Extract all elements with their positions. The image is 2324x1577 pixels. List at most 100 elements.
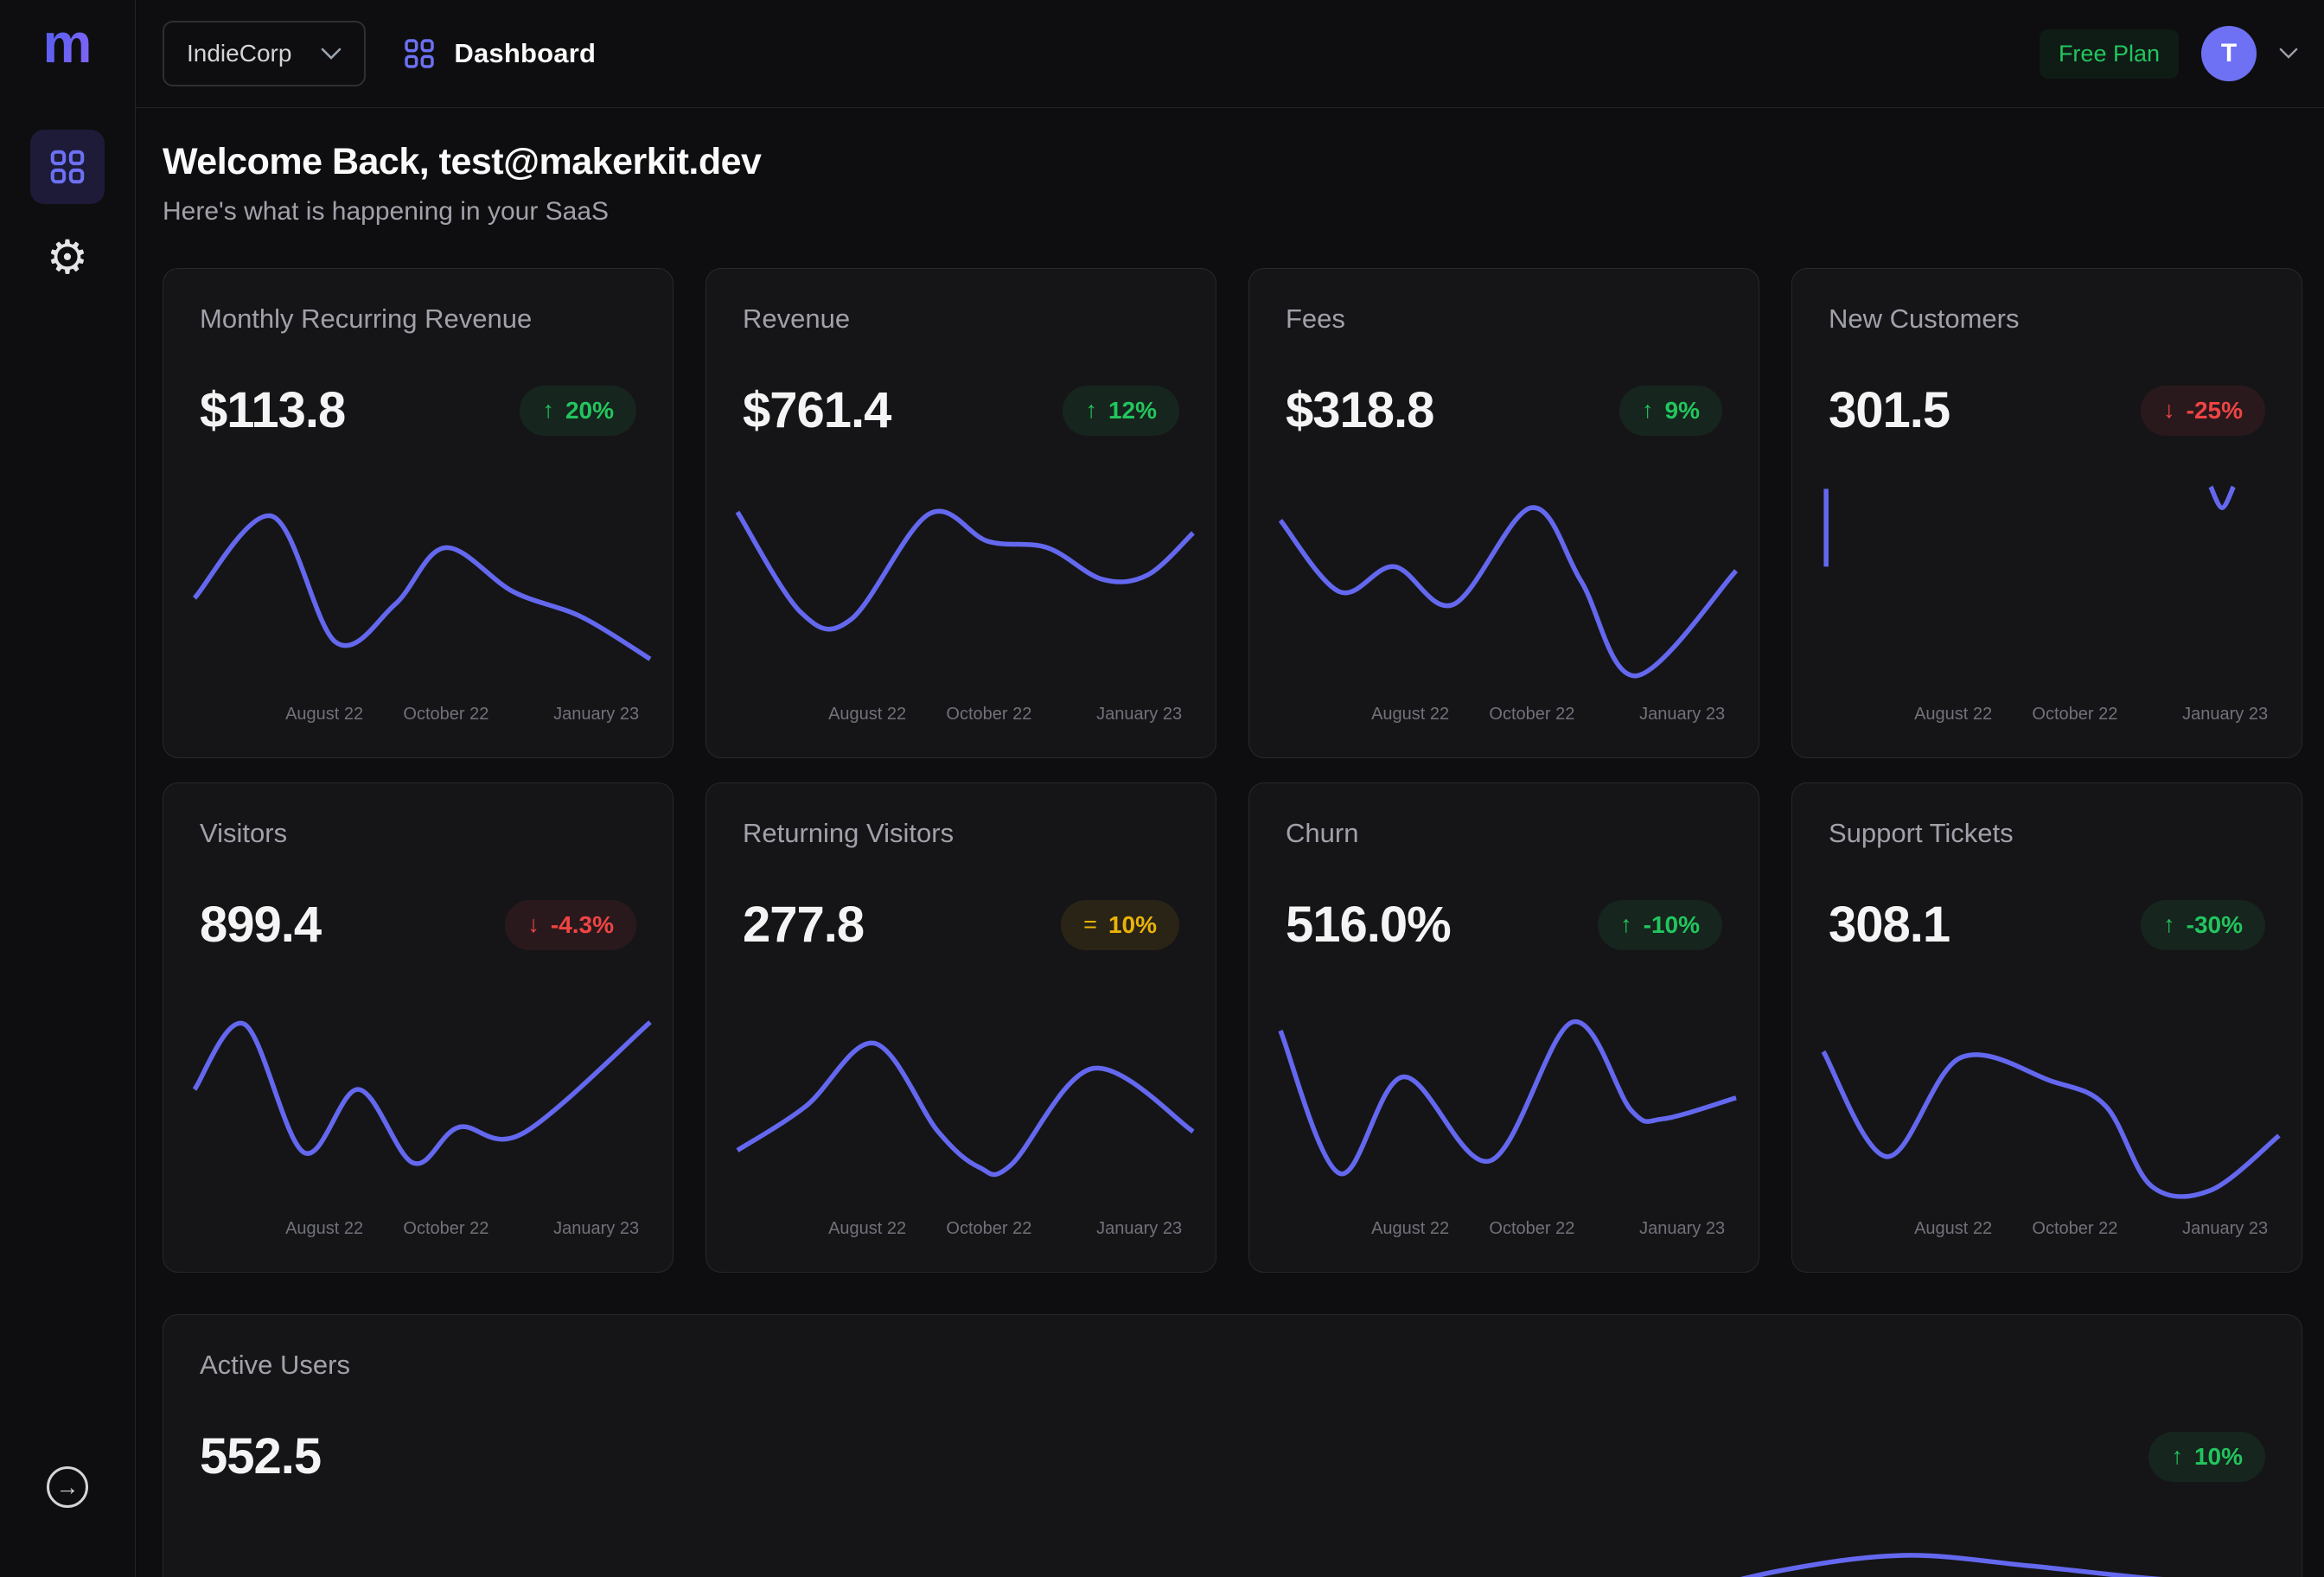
stat-card-title: Revenue: [743, 303, 1179, 335]
stat-card-title: Returning Visitors: [743, 818, 1179, 849]
trend-arrow-icon: ↑: [2171, 1443, 2183, 1470]
axis-label: August 22: [1914, 1219, 1992, 1239]
trend-value: -10%: [1644, 911, 1700, 939]
axis-label: August 22: [1371, 1219, 1449, 1239]
x-axis-labels: August 22 October 22 January 23: [1249, 1219, 1759, 1242]
stat-card-mrr: Monthly Recurring Revenue $113.8 ↑ 20% A…: [163, 268, 674, 758]
x-axis-labels: August 22 October 22 January 23: [163, 1219, 673, 1242]
topbar: IndieCorp Dashboard Free Plan T: [136, 0, 2324, 108]
trend-badge: ↑ 12%: [1063, 386, 1179, 436]
stat-card-title: Monthly Recurring Revenue: [200, 303, 636, 335]
axis-label: August 22: [1914, 705, 1992, 725]
stat-card-fees: Fees $318.8 ↑ 9% August 22 October 22 Ja…: [1248, 268, 1759, 758]
welcome-subtitle: Here's what is happening in your SaaS: [163, 197, 2302, 227]
stat-value: 516.0%: [1286, 896, 1451, 954]
stat-value: 899.4: [200, 896, 321, 954]
stat-card-support-tickets: Support Tickets 308.1 ↑ -30% August 22 O…: [1791, 782, 2302, 1273]
avatar[interactable]: T: [2201, 26, 2257, 81]
dashboard-grid-icon: [48, 147, 87, 187]
sparkline-chart: [1823, 1001, 2279, 1211]
sidebar-item-settings[interactable]: ⚙: [30, 228, 105, 285]
trend-badge: ↑ -30%: [2141, 900, 2265, 950]
stat-value: $113.8: [200, 381, 345, 439]
trend-arrow-icon: ↓: [2163, 397, 2175, 424]
sparkline-chart: [195, 1498, 2279, 1577]
gear-icon: ⚙: [47, 230, 88, 284]
axis-label: August 22: [828, 1219, 906, 1239]
stat-card-title: New Customers: [1829, 303, 2265, 335]
sparkline-chart: [1280, 487, 1736, 697]
arrow-right-icon: →: [56, 1474, 80, 1501]
axis-label: October 22: [946, 705, 1031, 725]
trend-arrow-icon: ↑: [542, 397, 554, 424]
trend-value: 10%: [2194, 1443, 2243, 1471]
x-axis-labels: August 22 October 22 January 23: [1792, 1219, 2302, 1242]
stat-card-title: Active Users: [200, 1350, 2265, 1381]
welcome-title: Welcome Back, test@makerkit.dev: [163, 141, 2302, 183]
stat-card-title: Support Tickets: [1829, 818, 2265, 849]
axis-label: October 22: [1489, 705, 1574, 725]
trend-arrow-icon: ↑: [1620, 911, 1632, 938]
dashboard-grid-icon: [402, 36, 437, 71]
page-title-group: Dashboard: [402, 36, 596, 71]
axis-label: October 22: [2032, 705, 2117, 725]
stat-card-title: Churn: [1286, 818, 1722, 849]
app-logo: m: [0, 16, 135, 71]
plan-badge: Free Plan: [2040, 29, 2179, 79]
x-axis-labels: August 22 October 22 January 23: [706, 1219, 1216, 1242]
trend-arrow-icon: =: [1083, 911, 1097, 938]
sparkline-chart: [1280, 1001, 1736, 1211]
axis-label: October 22: [2032, 1219, 2117, 1239]
axis-label: January 23: [2182, 705, 2268, 725]
axis-label: October 22: [1489, 1219, 1574, 1239]
trend-value: 10%: [1108, 911, 1157, 939]
workspace-selector[interactable]: IndieCorp: [163, 21, 366, 86]
sparkline-chart: [737, 487, 1193, 697]
page-title: Dashboard: [454, 38, 596, 69]
trend-value: -25%: [2187, 397, 2243, 425]
stat-card-churn: Churn 516.0% ↑ -10% August 22 October 22…: [1248, 782, 1759, 1273]
trend-badge: ↑ -10%: [1598, 900, 1722, 950]
trend-value: 9%: [1665, 397, 1700, 425]
sparkline-chart: [1823, 487, 2279, 697]
stat-card-title: Visitors: [200, 818, 636, 849]
axis-label: January 23: [553, 705, 639, 725]
trend-value: 20%: [565, 397, 614, 425]
stat-value: 308.1: [1829, 896, 1950, 954]
x-axis-labels: August 22 October 22 January 23: [163, 705, 673, 727]
trend-arrow-icon: ↑: [1085, 397, 1097, 424]
sparkline-chart: [195, 487, 650, 697]
axis-label: August 22: [1371, 705, 1449, 725]
sparkline-chart: [737, 1001, 1193, 1211]
trend-badge: ↓ -4.3%: [505, 900, 636, 950]
stat-value: $318.8: [1286, 381, 1433, 439]
axis-label: January 23: [1639, 705, 1725, 725]
stats-grid: Monthly Recurring Revenue $113.8 ↑ 20% A…: [163, 268, 2302, 1577]
axis-label: January 23: [1096, 1219, 1182, 1239]
active-users-card: Active Users 552.5 ↑ 10%: [163, 1314, 2302, 1577]
axis-label: January 23: [2182, 1219, 2268, 1239]
trend-arrow-icon: ↑: [2163, 911, 2175, 938]
sidebar: m ⚙ →: [0, 0, 136, 1577]
topbar-right: Free Plan T: [2040, 26, 2298, 81]
trend-badge: ↑ 20%: [520, 386, 636, 436]
axis-label: October 22: [403, 705, 488, 725]
main-content: Welcome Back, test@makerkit.dev Here's w…: [136, 108, 2324, 1577]
stat-card-returning-visitors: Returning Visitors 277.8 = 10% August 22…: [706, 782, 1216, 1273]
trend-badge: ↑ 9%: [1619, 386, 1722, 436]
trend-arrow-icon: ↓: [527, 911, 540, 938]
trend-badge: ↓ -25%: [2141, 386, 2265, 436]
stat-card-visitors: Visitors 899.4 ↓ -4.3% August 22 October…: [163, 782, 674, 1273]
trend-badge: ↑ 10%: [2148, 1432, 2265, 1482]
x-axis-labels: August 22 October 22 January 23: [1792, 705, 2302, 727]
x-axis-labels: August 22 October 22 January 23: [706, 705, 1216, 727]
stat-value: $761.4: [743, 381, 891, 439]
stat-value: 301.5: [1829, 381, 1950, 439]
trend-arrow-icon: ↑: [1642, 397, 1654, 424]
sidebar-item-dashboard[interactable]: [30, 130, 105, 204]
sidebar-expand-button[interactable]: →: [47, 1466, 88, 1508]
trend-value: 12%: [1108, 397, 1157, 425]
axis-label: January 23: [1639, 1219, 1725, 1239]
account-chevron-down-icon[interactable]: [2279, 48, 2298, 60]
chevron-down-icon: [321, 48, 342, 61]
